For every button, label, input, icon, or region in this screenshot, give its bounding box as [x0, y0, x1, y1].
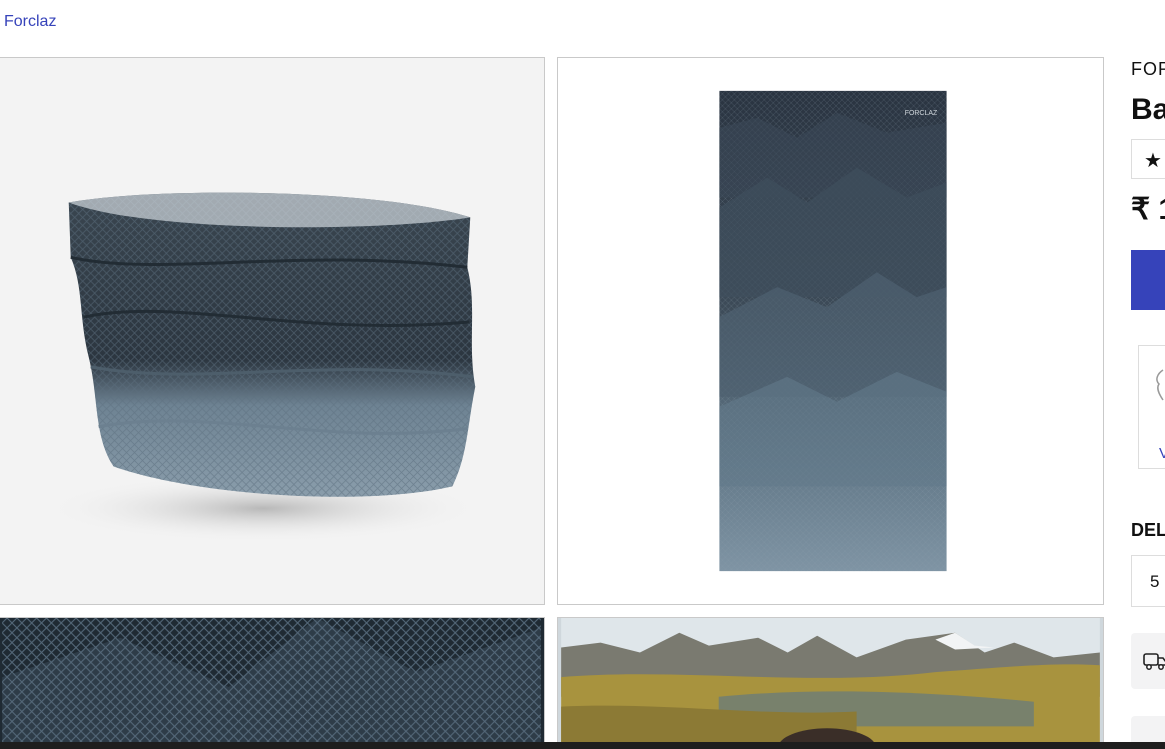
- flat-gaiter-illustration: FORCLAZ: [719, 90, 947, 572]
- gallery-image-fabric-closeup[interactable]: [0, 617, 545, 749]
- fabric-print-label: FORCLAZ: [905, 110, 938, 117]
- gallery-image-mountain-scene[interactable]: [557, 617, 1104, 749]
- pincode-value: 5 (: [1150, 572, 1165, 591]
- delivery-option[interactable]: [1131, 633, 1165, 689]
- delivery-heading: DEL: [1131, 520, 1165, 540]
- store-availability-card[interactable]: V: [1138, 345, 1165, 469]
- truck-icon: [1143, 653, 1165, 670]
- star-icon: ★: [1144, 150, 1162, 172]
- fabric-closeup-illustration: [2, 618, 541, 748]
- store-link[interactable]: V: [1159, 445, 1165, 462]
- product-title: Ba: [1131, 93, 1165, 126]
- gallery-image-flat-gaiter[interactable]: FORCLAZ: [557, 57, 1104, 605]
- pincode-field[interactable]: 5 (: [1131, 555, 1165, 607]
- rolled-gaiter-illustration: [43, 192, 483, 543]
- product-brand[interactable]: FORC: [1131, 59, 1165, 80]
- bottom-edge-bar: [0, 742, 1165, 749]
- product-price: ₹ 1: [1131, 193, 1165, 226]
- product-info-panel: FORC Ba ★ ₹ 1 V DEL 5 (: [1131, 0, 1165, 749]
- rating-summary[interactable]: ★: [1131, 139, 1165, 179]
- gallery-image-rolled-gaiter[interactable]: [0, 57, 545, 605]
- breadcrumb-link-forclaz[interactable]: Forclaz: [4, 13, 56, 31]
- add-to-cart-button[interactable]: [1131, 250, 1165, 310]
- map-icon: [1156, 369, 1164, 401]
- mountain-scene-illustration: [561, 618, 1100, 748]
